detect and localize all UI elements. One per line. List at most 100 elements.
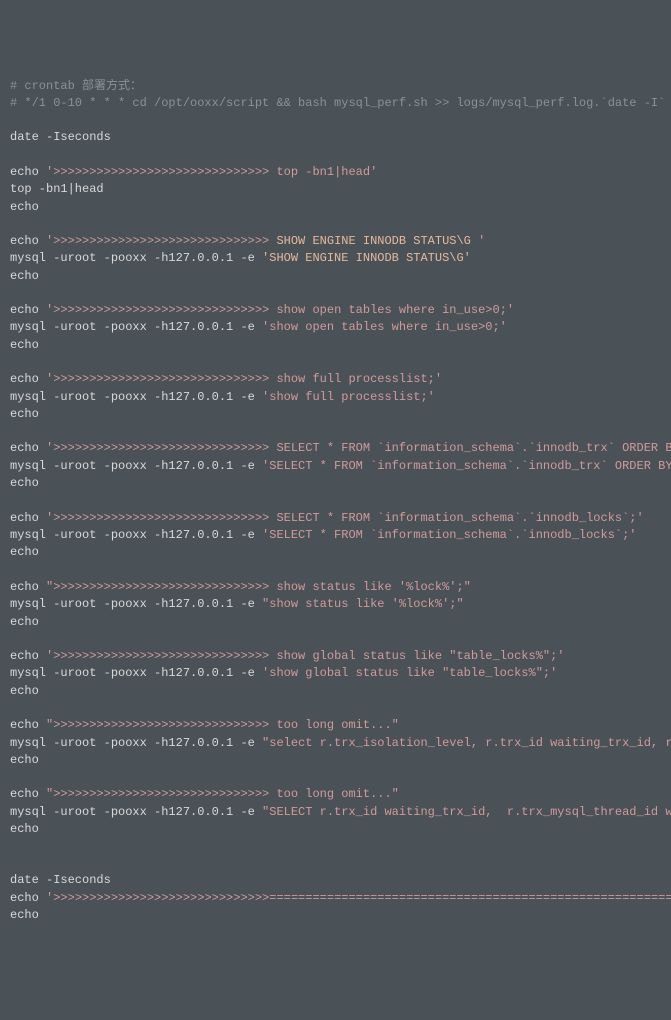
code-line: echo [10,907,661,924]
code-line: echo [10,752,661,769]
code-segment: # crontab 部署方式： [10,79,142,93]
code-line [10,216,661,233]
code-segment: "show status like '%lock%';" [262,597,464,611]
code-line [10,354,661,371]
code-line [10,769,661,786]
code-line: mysql -uroot -pooxx -h127.0.0.1 -e 'show… [10,389,661,406]
code-line: echo [10,337,661,354]
code-line: echo [10,821,661,838]
code-line: echo ">>>>>>>>>>>>>>>>>>>>>>>>>>>>>> too… [10,786,661,803]
code-line: mysql -uroot -pooxx -h127.0.0.1 -e 'SHOW… [10,250,661,267]
code-line: echo [10,683,661,700]
code-segment: SHOW ENGINE INNODB STATUS\G [276,234,478,248]
code-line [10,285,661,302]
code-line [10,631,661,648]
code-segment: '>>>>>>>>>>>>>>>>>>>>>>>>>>>>>> show ful… [46,372,442,386]
code-segment: "select r.trx_isolation_level, r.trx_id … [262,736,671,750]
code-segment: mysql -uroot -pooxx -h127.0.0.1 -e [10,528,262,542]
code-segment: 'show full processlist;' [262,390,435,404]
code-segment: echo [10,476,39,490]
code-line: top -bn1|head [10,181,661,198]
code-segment: mysql -uroot -pooxx -h127.0.0.1 -e [10,390,262,404]
code-line: echo ">>>>>>>>>>>>>>>>>>>>>>>>>>>>>> sho… [10,579,661,596]
code-segment: '>>>>>>>>>>>>>>>>>>>>>>>>>>>>>> top -bn1… [46,165,377,179]
code-segment: '>>>>>>>>>>>>>>>>>>>>>>>>>>>>>> [46,234,276,248]
code-segment: echo [10,684,39,698]
code-line: echo '>>>>>>>>>>>>>>>>>>>>>>>>>>>>>> sho… [10,371,661,388]
code-line: echo '>>>>>>>>>>>>>>>>>>>>>>>>>>>>>> SHO… [10,233,661,250]
code-segment: mysql -uroot -pooxx -h127.0.0.1 -e [10,666,262,680]
code-line: echo [10,544,661,561]
code-segment: # */1 0-10 * * * cd /opt/ooxx/script && … [10,96,671,110]
code-segment: echo [10,200,39,214]
code-segment: 'SHOW ENGINE INNODB STATUS\G' [262,251,471,265]
code-segment: 'SELECT * FROM `information_schema`.`inn… [262,528,636,542]
code-line: mysql -uroot -pooxx -h127.0.0.1 -e 'SELE… [10,458,661,475]
code-segment: echo [10,545,39,559]
code-segment: '>>>>>>>>>>>>>>>>>>>>>>>>>>>>>> SELECT *… [46,511,644,525]
code-line: mysql -uroot -pooxx -h127.0.0.1 -e "show… [10,596,661,613]
code-segment: echo [10,649,46,663]
code-segment: '>>>>>>>>>>>>>>>>>>>>>>>>>>>>>> SELECT *… [46,441,671,455]
code-line: echo [10,268,661,285]
code-line: echo [10,199,661,216]
code-line [10,700,661,717]
code-line: # */1 0-10 * * * cd /opt/ooxx/script && … [10,95,661,112]
code-line: echo ">>>>>>>>>>>>>>>>>>>>>>>>>>>>>> too… [10,717,661,734]
code-segment: '>>>>>>>>>>>>>>>>>>>>>>>>>>>>>>=========… [46,891,671,905]
code-line: mysql -uroot -pooxx -h127.0.0.1 -e "sele… [10,735,661,752]
code-segment: echo [10,615,39,629]
code-line: date -Iseconds [10,129,661,146]
code-segment: mysql -uroot -pooxx -h127.0.0.1 -e [10,805,262,819]
code-line: echo '>>>>>>>>>>>>>>>>>>>>>>>>>>>>>> SEL… [10,440,661,457]
code-segment: echo [10,372,46,386]
code-segment: mysql -uroot -pooxx -h127.0.0.1 -e [10,736,262,750]
code-segment: ">>>>>>>>>>>>>>>>>>>>>>>>>>>>>> too long… [46,718,399,732]
code-line: echo '>>>>>>>>>>>>>>>>>>>>>>>>>>>>>>====… [10,890,661,907]
code-line: echo [10,406,661,423]
code-segment: mysql -uroot -pooxx -h127.0.0.1 -e [10,320,262,334]
code-segment: echo [10,407,39,421]
code-line: mysql -uroot -pooxx -h127.0.0.1 -e 'show… [10,665,661,682]
code-line [10,562,661,579]
code-line: date -Iseconds [10,872,661,889]
code-line [10,112,661,129]
code-line [10,423,661,440]
code-segment: echo [10,303,46,317]
code-line: mysql -uroot -pooxx -h127.0.0.1 -e 'SELE… [10,527,661,544]
code-segment: echo [10,822,39,836]
code-line: echo '>>>>>>>>>>>>>>>>>>>>>>>>>>>>>> SEL… [10,510,661,527]
code-segment: "SELECT r.trx_id waiting_trx_id, r.trx_m… [262,805,671,819]
code-segment: echo [10,580,46,594]
code-segment: 'SELECT * FROM `information_schema`.`inn… [262,459,671,473]
code-line: echo '>>>>>>>>>>>>>>>>>>>>>>>>>>>>>> sho… [10,302,661,319]
code-segment: echo [10,165,46,179]
code-segment: ">>>>>>>>>>>>>>>>>>>>>>>>>>>>>> too long… [46,787,399,801]
code-segment: ' [478,234,485,248]
code-segment: echo [10,511,46,525]
code-line [10,838,661,855]
code-segment: mysql -uroot -pooxx -h127.0.0.1 -e [10,251,262,265]
code-segment: echo [10,441,46,455]
code-segment: date -Iseconds [10,873,111,887]
code-segment: top -bn1|head [10,182,104,196]
code-line: echo [10,475,661,492]
code-line [10,493,661,510]
code-segment: echo [10,234,46,248]
code-line: echo [10,614,661,631]
code-segment: echo [10,787,46,801]
code-segment: echo [10,718,46,732]
code-segment: ">>>>>>>>>>>>>>>>>>>>>>>>>>>>>> show sta… [46,580,471,594]
code-segment: date -Iseconds [10,130,111,144]
code-line: echo '>>>>>>>>>>>>>>>>>>>>>>>>>>>>>> sho… [10,648,661,665]
code-segment: mysql -uroot -pooxx -h127.0.0.1 -e [10,597,262,611]
code-segment: 'show open tables where in_use>0;' [262,320,507,334]
code-segment: echo [10,891,46,905]
code-line: mysql -uroot -pooxx -h127.0.0.1 -e 'show… [10,319,661,336]
code-block: # crontab 部署方式： # */1 0-10 * * * cd /opt/… [10,78,661,925]
code-line: # crontab 部署方式： [10,78,661,95]
code-line: mysql -uroot -pooxx -h127.0.0.1 -e "SELE… [10,804,661,821]
code-line [10,147,661,164]
code-segment: 'show global status like "table_locks%";… [262,666,557,680]
code-segment: echo [10,908,39,922]
